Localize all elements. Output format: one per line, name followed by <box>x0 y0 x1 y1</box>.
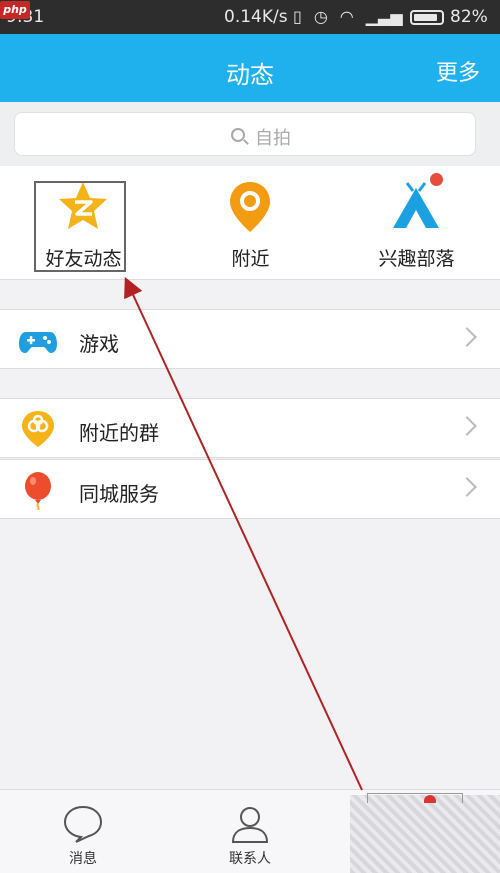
tab-dynamic-outline[interactable] <box>367 793 463 803</box>
list-item-games[interactable]: 游戏 <box>0 309 500 369</box>
wifi-icon: ◠ <box>339 7 354 26</box>
title-bar: 动态 更多 <box>0 34 500 102</box>
highlight-box <box>34 181 126 272</box>
list-item-nearby-groups[interactable]: 附近的群 <box>0 398 500 458</box>
tent-icon <box>393 182 439 228</box>
list-item-label: 同城服务 <box>79 482 159 506</box>
gamepad-icon <box>19 332 57 353</box>
list-item-label: 游戏 <box>79 332 119 356</box>
vibrate-icon: ▯ <box>293 7 302 26</box>
search-input[interactable]: 自拍 <box>14 112 476 156</box>
balloon-icon <box>25 472 51 510</box>
tab-messages[interactable]: 消息 <box>0 790 166 873</box>
tab-badge <box>424 795 436 803</box>
location-pin-icon <box>230 182 270 232</box>
tab-contacts[interactable]: 联系人 <box>167 790 333 873</box>
nearby-group-icon <box>22 411 54 447</box>
list-item-city-services[interactable]: 同城服务 <box>0 459 500 519</box>
battery-icon <box>410 10 444 25</box>
alarm-icon: ◷ <box>313 7 328 26</box>
list-item-label: 附近的群 <box>79 421 159 445</box>
tab-label: 联系人 <box>229 851 271 867</box>
contacts-icon <box>231 807 269 843</box>
chevron-right-icon <box>457 327 477 347</box>
tab-label: 消息 <box>69 851 97 867</box>
battery-percent: 82% <box>450 7 488 27</box>
network-speed: 0.14K/s <box>224 7 288 27</box>
chevron-right-icon <box>457 416 477 436</box>
status-bar: 9:31 php 0.14K/s ▯ ◷ ◠ ▁▃▅ 82% <box>0 0 500 34</box>
search-icon <box>231 128 245 142</box>
php-watermark-logo: php <box>0 1 30 19</box>
search-placeholder: 自拍 <box>255 128 291 149</box>
signal-icon: ▁▃▅ <box>365 7 403 26</box>
page-title: 动态 <box>226 61 274 89</box>
grid-item-nearby[interactable]: 附近 <box>167 166 334 280</box>
search-area: 自拍 <box>0 102 500 166</box>
chat-bubble-icon <box>63 805 103 843</box>
status-icons: ▯ ◷ ◠ ▁▃▅ <box>293 7 403 26</box>
notification-dot <box>430 173 443 186</box>
pixelated-region <box>350 795 500 873</box>
grid-item-label: 兴趣部落 <box>378 248 455 270</box>
chevron-right-icon <box>457 477 477 497</box>
grid-item-interest-tribe[interactable]: 兴趣部落 <box>333 166 500 280</box>
grid-item-label: 附近 <box>231 248 270 270</box>
more-button[interactable]: 更多 <box>436 55 480 87</box>
